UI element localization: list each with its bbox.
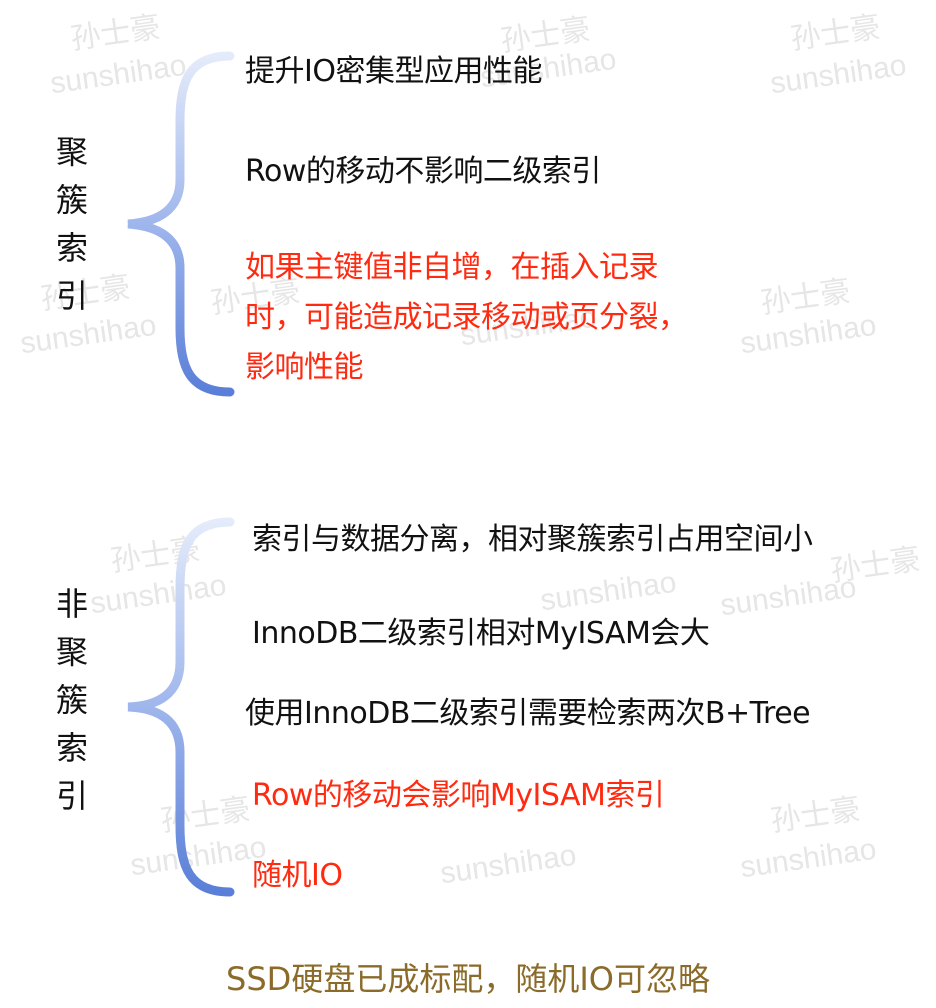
watermark-text: sunshihao — [738, 308, 879, 361]
label-char: 簇 — [55, 681, 88, 719]
label-char: 非 — [55, 585, 88, 623]
watermark-text: sunshihao — [768, 48, 909, 101]
label-char: 聚 — [55, 633, 88, 671]
nonclustered-item: 索引与数据分离，相对聚簇索引占用空间小 — [252, 522, 813, 557]
label-char: 引 — [55, 777, 88, 815]
watermark-text: sunshihao — [738, 832, 879, 885]
label-char: 引 — [55, 277, 88, 315]
footer-note: SSD硬盘已成标配，随机IO可忽略 — [226, 960, 710, 998]
watermark-text: 孙士豪 — [788, 10, 883, 57]
clustered-item-highlight: 如果主键值非自增，在插入记录时，可能造成记录移动或页分裂，影响性能 — [245, 250, 688, 385]
clustered-item: Row的移动不影响二级索引 — [245, 154, 601, 189]
nonclustered-item-highlight: 随机IO — [252, 858, 343, 893]
label-char: 索 — [55, 729, 88, 767]
nonclustered-index-label: 非 聚 簇 索 引 — [52, 580, 92, 820]
watermark-text: sunshihao — [438, 838, 579, 891]
clustered-brace — [127, 51, 235, 397]
nonclustered-item: InnoDB二级索引相对MyISAM会大 — [252, 616, 710, 651]
label-char: 聚 — [55, 133, 88, 171]
label-char: 索 — [55, 229, 88, 267]
nonclustered-brace — [127, 517, 235, 897]
clustered-index-label: 聚 簇 索 引 — [52, 128, 92, 320]
nonclustered-item: 使用InnoDB二级索引需要检索两次B+Tree — [245, 696, 811, 731]
nonclustered-item-highlight: Row的移动会影响MyISAM索引 — [252, 778, 665, 813]
label-char: 簇 — [55, 181, 88, 219]
clustered-item: 提升IO密集型应用性能 — [245, 54, 542, 89]
watermark-text: sunshihao — [718, 570, 859, 623]
watermark-text: 孙士豪 — [768, 792, 863, 839]
